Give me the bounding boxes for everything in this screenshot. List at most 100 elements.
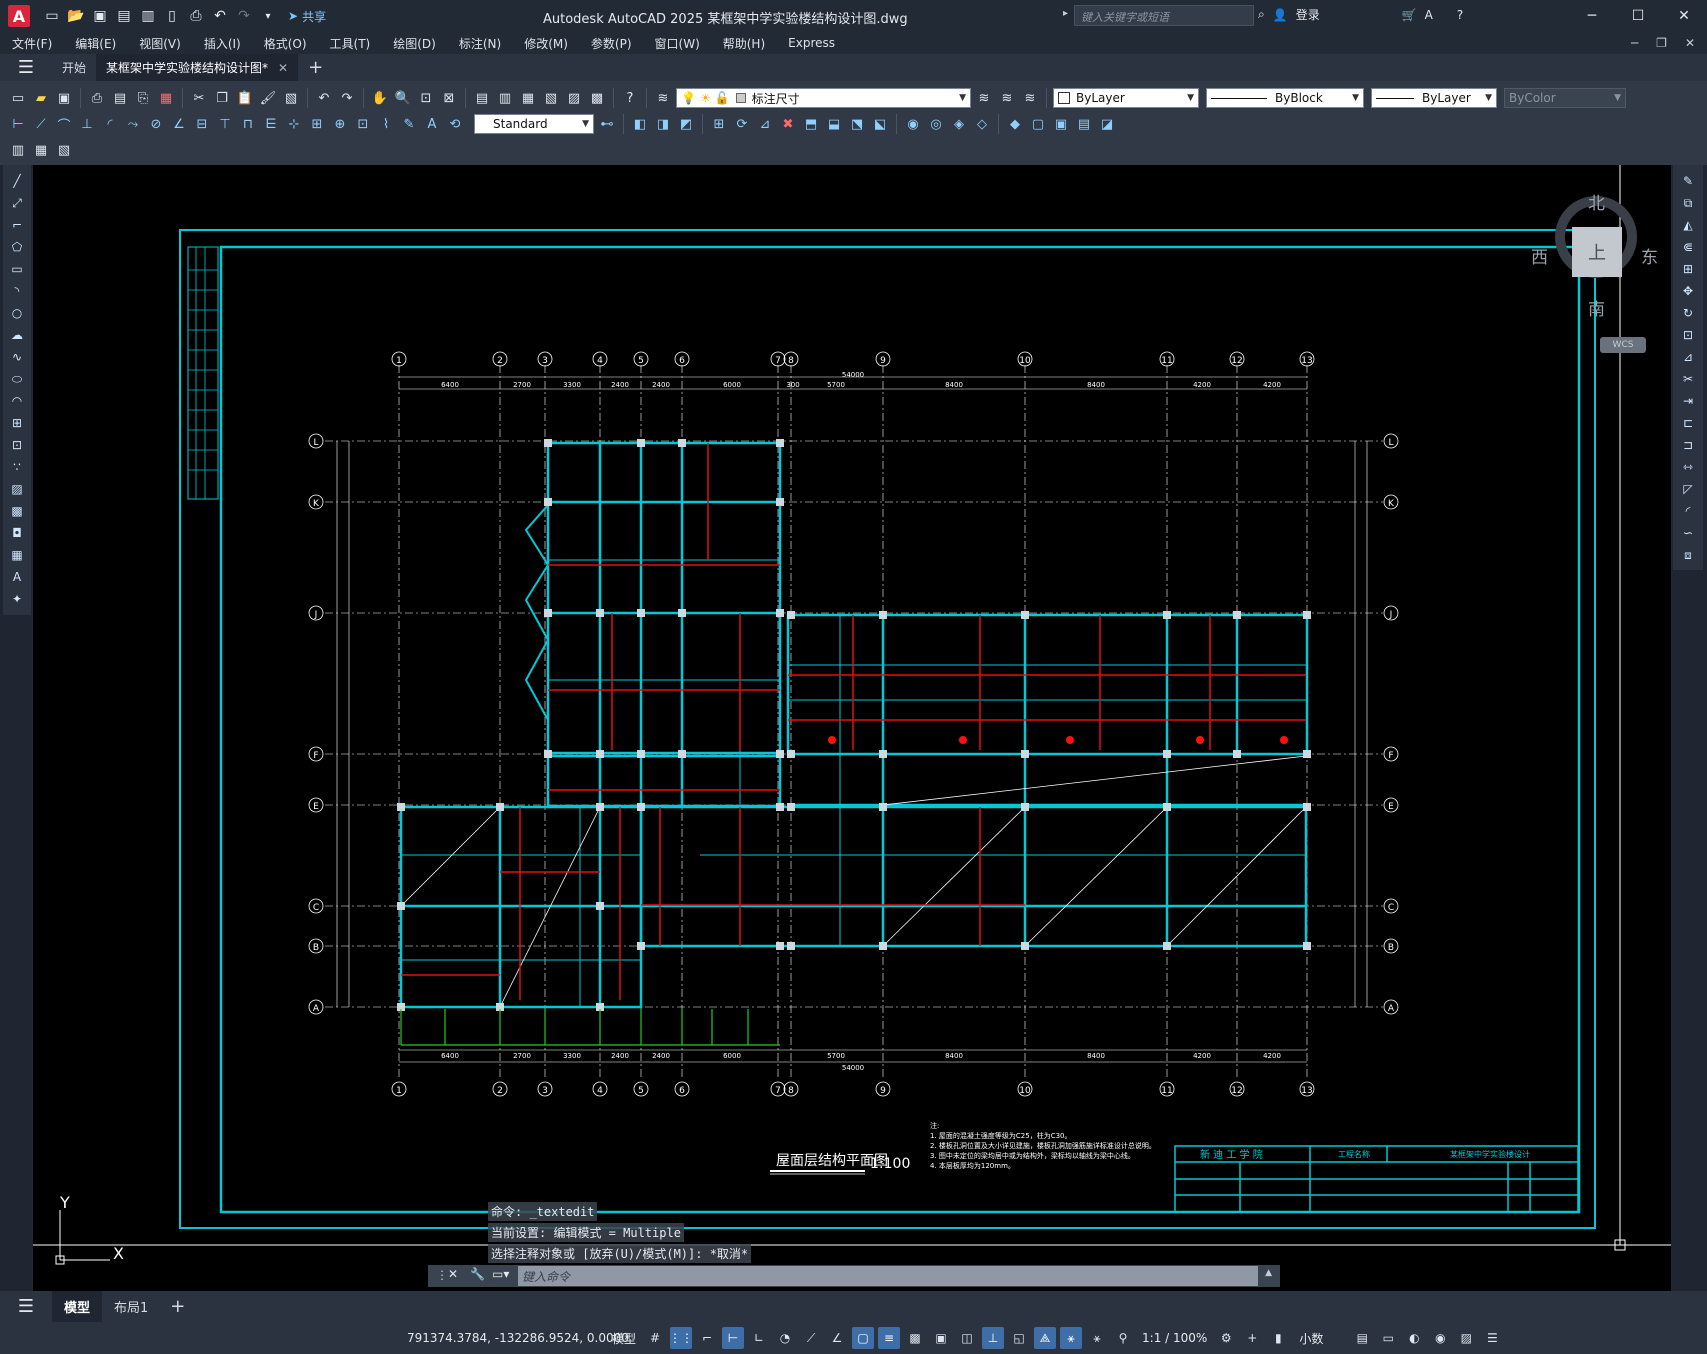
menu-tools[interactable]: 工具(T) xyxy=(330,35,371,52)
tab-active-drawing[interactable]: 某框架中学实验楼结构设计图* ✕ xyxy=(96,54,299,81)
slice-icon[interactable]: ◪ xyxy=(1097,114,1117,134)
new-icon[interactable]: ▭ xyxy=(42,6,62,26)
break-point-icon[interactable]: ⊏ xyxy=(1677,413,1699,433)
menu-window[interactable]: 窗口(W) xyxy=(655,35,700,52)
save-as-icon[interactable]: ▤ xyxy=(114,6,134,26)
plot-icon[interactable]: ⎙ xyxy=(186,6,206,26)
rotate-3d-icon[interactable]: ⟳ xyxy=(732,114,752,134)
dim-style-dropdown[interactable]: Standard ▼ xyxy=(474,114,594,134)
save-file-icon[interactable]: ▣ xyxy=(54,88,74,108)
arc-icon[interactable]: ◝ xyxy=(6,281,28,301)
redo-tool-icon[interactable]: ↷ xyxy=(337,88,357,108)
file-tabs-menu-icon[interactable]: ☰ xyxy=(0,54,52,81)
table-icon[interactable]: ▦ xyxy=(6,545,28,565)
linetype-dropdown[interactable]: ByBlock ▼ xyxy=(1206,88,1364,108)
dim-linear-icon[interactable]: ⊢ xyxy=(8,114,28,134)
view-left-icon[interactable]: ◩ xyxy=(676,114,696,134)
solid-union-icon[interactable]: ◉ xyxy=(903,114,923,134)
jogged-linear-icon[interactable]: ⌇ xyxy=(376,114,396,134)
dim-update-icon[interactable]: ⟲ xyxy=(445,114,465,134)
blend-icon[interactable]: ∽ xyxy=(1677,523,1699,543)
tolerance-icon[interactable]: ⊞ xyxy=(307,114,327,134)
cmd-close-icon[interactable]: ✕ xyxy=(448,1267,458,1281)
cut-icon[interactable]: ✂ xyxy=(189,88,209,108)
help-tool-icon[interactable]: ? xyxy=(620,88,640,108)
draw-order-icon[interactable]: ▥ xyxy=(8,140,28,160)
solid-intersect-icon[interactable]: ◈ xyxy=(949,114,969,134)
dim-arc-icon[interactable]: ⌒ xyxy=(54,114,74,134)
customize-qat-icon[interactable]: ▾ xyxy=(258,6,278,26)
make-current-layer-icon[interactable]: ≋ xyxy=(974,88,994,108)
design-center-icon[interactable]: ▥ xyxy=(495,88,515,108)
doc-close-icon[interactable]: ✕ xyxy=(1685,36,1695,50)
mtext-icon[interactable]: A xyxy=(6,567,28,587)
quick-dim-icon[interactable]: ⊟ xyxy=(192,114,212,134)
user-icon[interactable]: 👤 xyxy=(1273,8,1288,22)
rotate-icon[interactable]: ↻ xyxy=(1677,303,1699,323)
cmd-grip-icon[interactable]: ⋮ xyxy=(436,1268,448,1282)
paste-icon[interactable]: 📋 xyxy=(235,88,255,108)
dim-baseline-icon[interactable]: ⊤ xyxy=(215,114,235,134)
3d-osnap-icon[interactable]: ◫ xyxy=(956,1327,978,1349)
snap-icon[interactable]: ⋮⋮ xyxy=(669,1327,693,1349)
quick-properties-icon[interactable]: ▤ xyxy=(1351,1327,1373,1349)
search-icon[interactable]: ⌕ xyxy=(1258,7,1265,22)
gizmo-icon[interactable]: ⟁ xyxy=(1034,1327,1057,1349)
units-value[interactable]: 小数 xyxy=(1299,1330,1323,1347)
construction-line-icon[interactable]: ⤢ xyxy=(6,193,28,213)
menu-draw[interactable]: 绘图(D) xyxy=(393,35,436,52)
new-tab-button[interactable]: + xyxy=(298,57,333,78)
copy-icon[interactable]: ❐ xyxy=(212,88,232,108)
delete-face-icon[interactable]: ✖ xyxy=(778,114,798,134)
dim-space-icon[interactable]: ⋿ xyxy=(261,114,281,134)
dim-style-icon[interactable]: ⊷ xyxy=(597,114,617,134)
close-button[interactable]: ✕ xyxy=(1661,0,1707,32)
dim-edit-icon[interactable]: ✎ xyxy=(399,114,419,134)
tool-palettes-icon[interactable]: ▦ xyxy=(518,88,538,108)
sheet-set-icon[interactable]: ▧ xyxy=(541,88,561,108)
publish-icon[interactable]: ⎘ xyxy=(133,88,153,108)
clean-icon[interactable]: ▣ xyxy=(1051,114,1071,134)
menu-view[interactable]: 视图(V) xyxy=(139,35,181,52)
check-icon[interactable]: ▤ xyxy=(1074,114,1094,134)
web-save-icon[interactable]: ▥ xyxy=(138,6,158,26)
preview-icon[interactable]: ▤ xyxy=(110,88,130,108)
join-icon[interactable]: ⇿ xyxy=(1677,457,1699,477)
stretch-icon[interactable]: ⊿ xyxy=(1677,347,1699,367)
color-dropdown[interactable]: ByLayer ▼ xyxy=(1053,88,1199,108)
separate-icon[interactable]: ◆ xyxy=(1005,114,1025,134)
break-icon[interactable]: ⊐ xyxy=(1677,435,1699,455)
region-icon[interactable]: ◘ xyxy=(6,523,28,543)
markup-icon[interactable]: ▨ xyxy=(564,88,584,108)
lock-ui-icon[interactable]: ▭ xyxy=(1377,1327,1399,1349)
menu-dimension[interactable]: 标注(N) xyxy=(459,35,501,52)
qnew-icon[interactable]: ▭ xyxy=(8,88,28,108)
redo-icon[interactable]: ↷ xyxy=(234,6,254,26)
dim-diameter-icon[interactable]: ⊘ xyxy=(146,114,166,134)
move-icon[interactable]: ✥ xyxy=(1677,281,1699,301)
share-button[interactable]: ➤ 共享 xyxy=(288,8,326,25)
minimize-button[interactable]: ─ xyxy=(1569,0,1615,32)
explode-icon[interactable]: ⧈ xyxy=(1677,545,1699,565)
imprint-icon[interactable]: ◇ xyxy=(972,114,992,134)
erase-icon[interactable]: ✎ xyxy=(1677,171,1699,191)
add-selected-icon[interactable]: ✦ xyxy=(6,589,28,609)
fillet-icon[interactable]: ◜ xyxy=(1677,501,1699,521)
isodraft-icon[interactable]: ⟋ xyxy=(800,1327,822,1349)
lineweight-dropdown[interactable]: ByLayer ▼ xyxy=(1371,88,1497,108)
menu-file[interactable]: 文件(F) xyxy=(12,35,52,52)
zoom-realtime-icon[interactable]: 🔍 xyxy=(393,88,413,108)
polygon-icon[interactable]: ⬠ xyxy=(6,237,28,257)
cmd-customize-icon[interactable]: 🔧 xyxy=(470,1267,485,1281)
command-input[interactable]: 键入命令 xyxy=(518,1266,1258,1286)
rectangle-icon[interactable]: ▭ xyxy=(6,259,28,279)
compass-west[interactable]: 西 xyxy=(1531,243,1548,268)
circle-icon[interactable]: ○ xyxy=(6,303,28,323)
workspace-gear-icon[interactable]: ⚙ xyxy=(1215,1327,1237,1349)
selection-cycling-icon[interactable]: ▣ xyxy=(930,1327,952,1349)
ortho-icon[interactable]: ∟ xyxy=(748,1327,770,1349)
viewcube-top-face[interactable]: 上 xyxy=(1572,227,1622,277)
open-icon[interactable]: 📂 xyxy=(66,6,86,26)
infer-constraints-icon[interactable]: ⌐ xyxy=(696,1327,718,1349)
view-top-icon[interactable]: ◧ xyxy=(630,114,650,134)
